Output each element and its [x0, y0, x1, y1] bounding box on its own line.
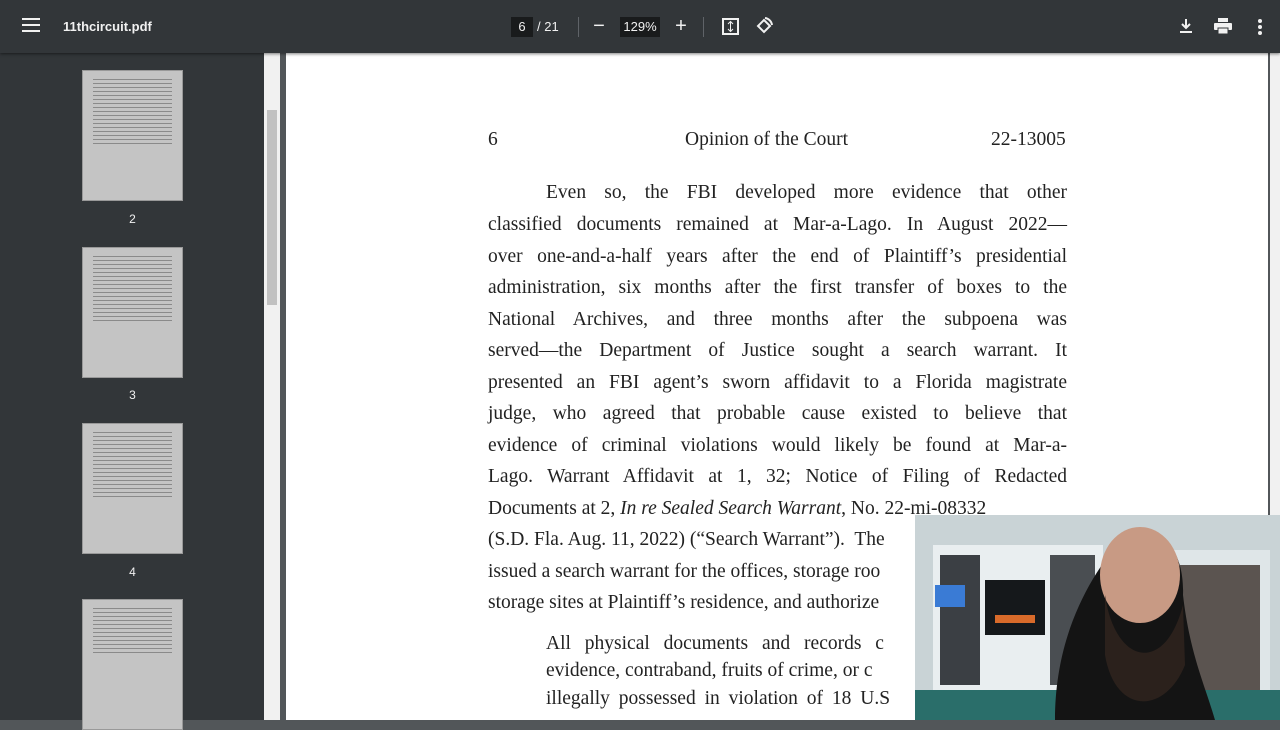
text-line: over one-and-a-half years after the end …: [488, 246, 1067, 267]
pdf-toolbar: 11thcircuit.pdf 6 / 21 − 129% +: [0, 0, 1280, 53]
download-icon[interactable]: [1178, 18, 1194, 39]
text-line: Even so, the FBI developed more evidence…: [546, 182, 1067, 203]
header-title: Opinion of the Court: [685, 129, 849, 150]
text-line: issued a search warrant for the offices,…: [488, 561, 881, 582]
text-line: Lago. Warrant Affidavit at 1, 32; Notice…: [488, 466, 1067, 487]
text-line: (S.D. Fla. Aug. 11, 2022) (“Search Warra…: [488, 529, 885, 550]
text-line: presented an FBI agent’s sworn affidavit…: [488, 372, 1067, 393]
text-line: Documents at 2, In re Sealed Search Warr…: [488, 498, 986, 520]
text-line: administration, six months after the fir…: [488, 277, 1067, 298]
text-line: evidence of criminal violations would li…: [488, 435, 1067, 456]
more-options-icon[interactable]: [1258, 19, 1262, 40]
page-number-input[interactable]: 6: [511, 17, 533, 37]
thumbnail-page-3[interactable]: [82, 247, 183, 378]
thumbnail-label: 3: [129, 388, 136, 402]
zoom-in-button[interactable]: +: [671, 16, 691, 36]
text-line: National Archives, and three months afte…: [488, 309, 1067, 330]
file-title: 11thcircuit.pdf: [63, 19, 152, 34]
webcam-overlay: [915, 515, 1280, 720]
text-line: storage sites at Plaintiff’s residence, …: [488, 592, 880, 613]
text-line: judge, who agreed that probable cause ex…: [488, 403, 1067, 424]
text: Documents at 2,: [488, 498, 621, 519]
divider: [703, 17, 704, 37]
thumbnail-label: 2: [129, 212, 136, 226]
thumbnail-page-2[interactable]: [82, 70, 183, 201]
block-quote-line: All physical documents and records c: [546, 633, 884, 654]
thumbnail-sidebar: 2 3 4: [0, 53, 264, 730]
webcam-image: [915, 515, 1280, 720]
page-total: / 21: [537, 19, 559, 34]
block-quote-line: evidence, contraband, fruits of crime, o…: [546, 660, 873, 681]
block-quote-line: illegally possessed in violation of 18 U…: [546, 688, 891, 709]
divider: [578, 17, 579, 37]
text-line: served—the Department of Justice sought …: [488, 340, 1067, 361]
thumbnail-page-4[interactable]: [82, 423, 183, 554]
zoom-out-button[interactable]: −: [589, 16, 609, 36]
case-citation: In re Sealed Search Warrant: [620, 498, 842, 519]
text-line: classified documents remained at Mar-a-L…: [488, 214, 1067, 235]
thumbnail-label: 4: [129, 565, 136, 579]
header-page-number: 6: [488, 129, 498, 150]
print-icon[interactable]: [1214, 18, 1232, 39]
fit-page-icon[interactable]: [722, 18, 739, 40]
menu-icon[interactable]: [22, 18, 40, 32]
zoom-input[interactable]: 129%: [620, 17, 660, 37]
rotate-icon[interactable]: [755, 17, 773, 40]
thumbnail-page-5[interactable]: [82, 599, 183, 730]
sidebar-scrollbar-thumb[interactable]: [267, 110, 277, 305]
header-case-number: 22-13005: [991, 129, 1066, 150]
